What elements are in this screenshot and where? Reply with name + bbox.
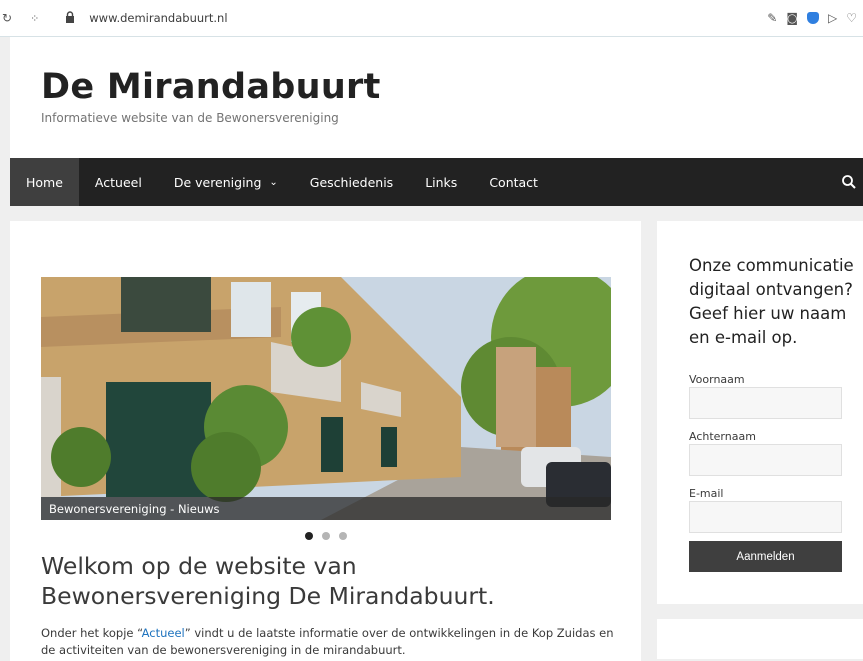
heart-icon[interactable]: ♡ xyxy=(846,11,857,25)
edit-icon[interactable]: ✎ xyxy=(767,11,777,25)
nav-label: Geschiedenis xyxy=(309,174,394,190)
nav-label: Actueel xyxy=(94,174,142,190)
slider-dot-1[interactable] xyxy=(305,532,313,540)
slide-caption: Bewonersvereniging - Nieuws xyxy=(41,497,611,520)
site-title[interactable]: De Mirandabuurt xyxy=(41,67,381,107)
first-name-input[interactable] xyxy=(689,387,842,419)
nav-item-home[interactable]: Home xyxy=(10,158,79,206)
shield-icon[interactable] xyxy=(807,12,819,24)
signup-widget: Onze communicatie digitaal ontvangen? Ge… xyxy=(657,221,863,604)
slider-photo xyxy=(41,277,611,520)
slider-dot-2[interactable] xyxy=(322,532,330,540)
slider-pagination xyxy=(305,532,347,540)
slider-dot-3[interactable] xyxy=(339,532,347,540)
sidebar-widget-2 xyxy=(657,619,863,659)
chevron-down-icon: ⌄ xyxy=(269,176,278,188)
intro-text-start: Onder het kopje “ xyxy=(41,626,142,640)
image-slider[interactable]: Bewonersvereniging - Nieuws xyxy=(41,277,611,520)
signup-button[interactable]: Aanmelden xyxy=(689,541,842,572)
last-name-input[interactable] xyxy=(689,444,842,476)
site-header: De Mirandabuurt Informatieve website van… xyxy=(10,37,863,158)
apps-grid-icon[interactable]: ⁘ xyxy=(30,12,39,25)
browser-toolbar: ↻ ⁘ www.demirandabuurt.nl ✎ ◙ ▷ ♡ xyxy=(0,0,863,37)
main-content: Bewonersvereniging - Nieuws Welkom op de… xyxy=(10,221,641,661)
address-bar[interactable]: www.demirandabuurt.nl xyxy=(89,11,227,25)
nav-label: Contact xyxy=(489,174,538,190)
signup-heading: Onze communicatie digitaal ontvangen? Ge… xyxy=(689,256,854,347)
last-name-label: Achternaam xyxy=(689,430,756,443)
nav-item-actueel[interactable]: Actueel xyxy=(79,158,158,206)
nav-label: De vereniging xyxy=(173,174,262,190)
lock-icon[interactable] xyxy=(65,10,75,26)
camera-icon[interactable]: ◙ xyxy=(786,11,798,25)
search-icon[interactable] xyxy=(841,174,857,190)
email-label: E-mail xyxy=(689,487,724,500)
send-icon[interactable]: ▷ xyxy=(828,11,837,25)
nav-label: Links xyxy=(425,174,458,190)
actueel-link[interactable]: Actueel xyxy=(142,626,185,640)
nav-item-links[interactable]: Links xyxy=(409,158,473,206)
nav-item-de-vereniging[interactable]: De vereniging ⌄ xyxy=(158,158,294,206)
intro-paragraph: Onder het kopje “Actueel” vindt u de laa… xyxy=(41,625,621,659)
nav-label: Home xyxy=(26,174,63,190)
email-input[interactable] xyxy=(689,501,842,533)
main-navigation: Home Actueel De vereniging ⌄ Geschiedenis… xyxy=(10,158,863,206)
nav-item-contact[interactable]: Contact xyxy=(473,158,554,206)
page-heading: Welkom op de website van Bewonersverenig… xyxy=(41,552,495,610)
reload-icon[interactable]: ↻ xyxy=(2,11,12,25)
nav-item-geschiedenis[interactable]: Geschiedenis xyxy=(294,158,409,206)
site-description: Informatieve website van de Bewonersvere… xyxy=(41,111,339,125)
first-name-label: Voornaam xyxy=(689,373,745,386)
